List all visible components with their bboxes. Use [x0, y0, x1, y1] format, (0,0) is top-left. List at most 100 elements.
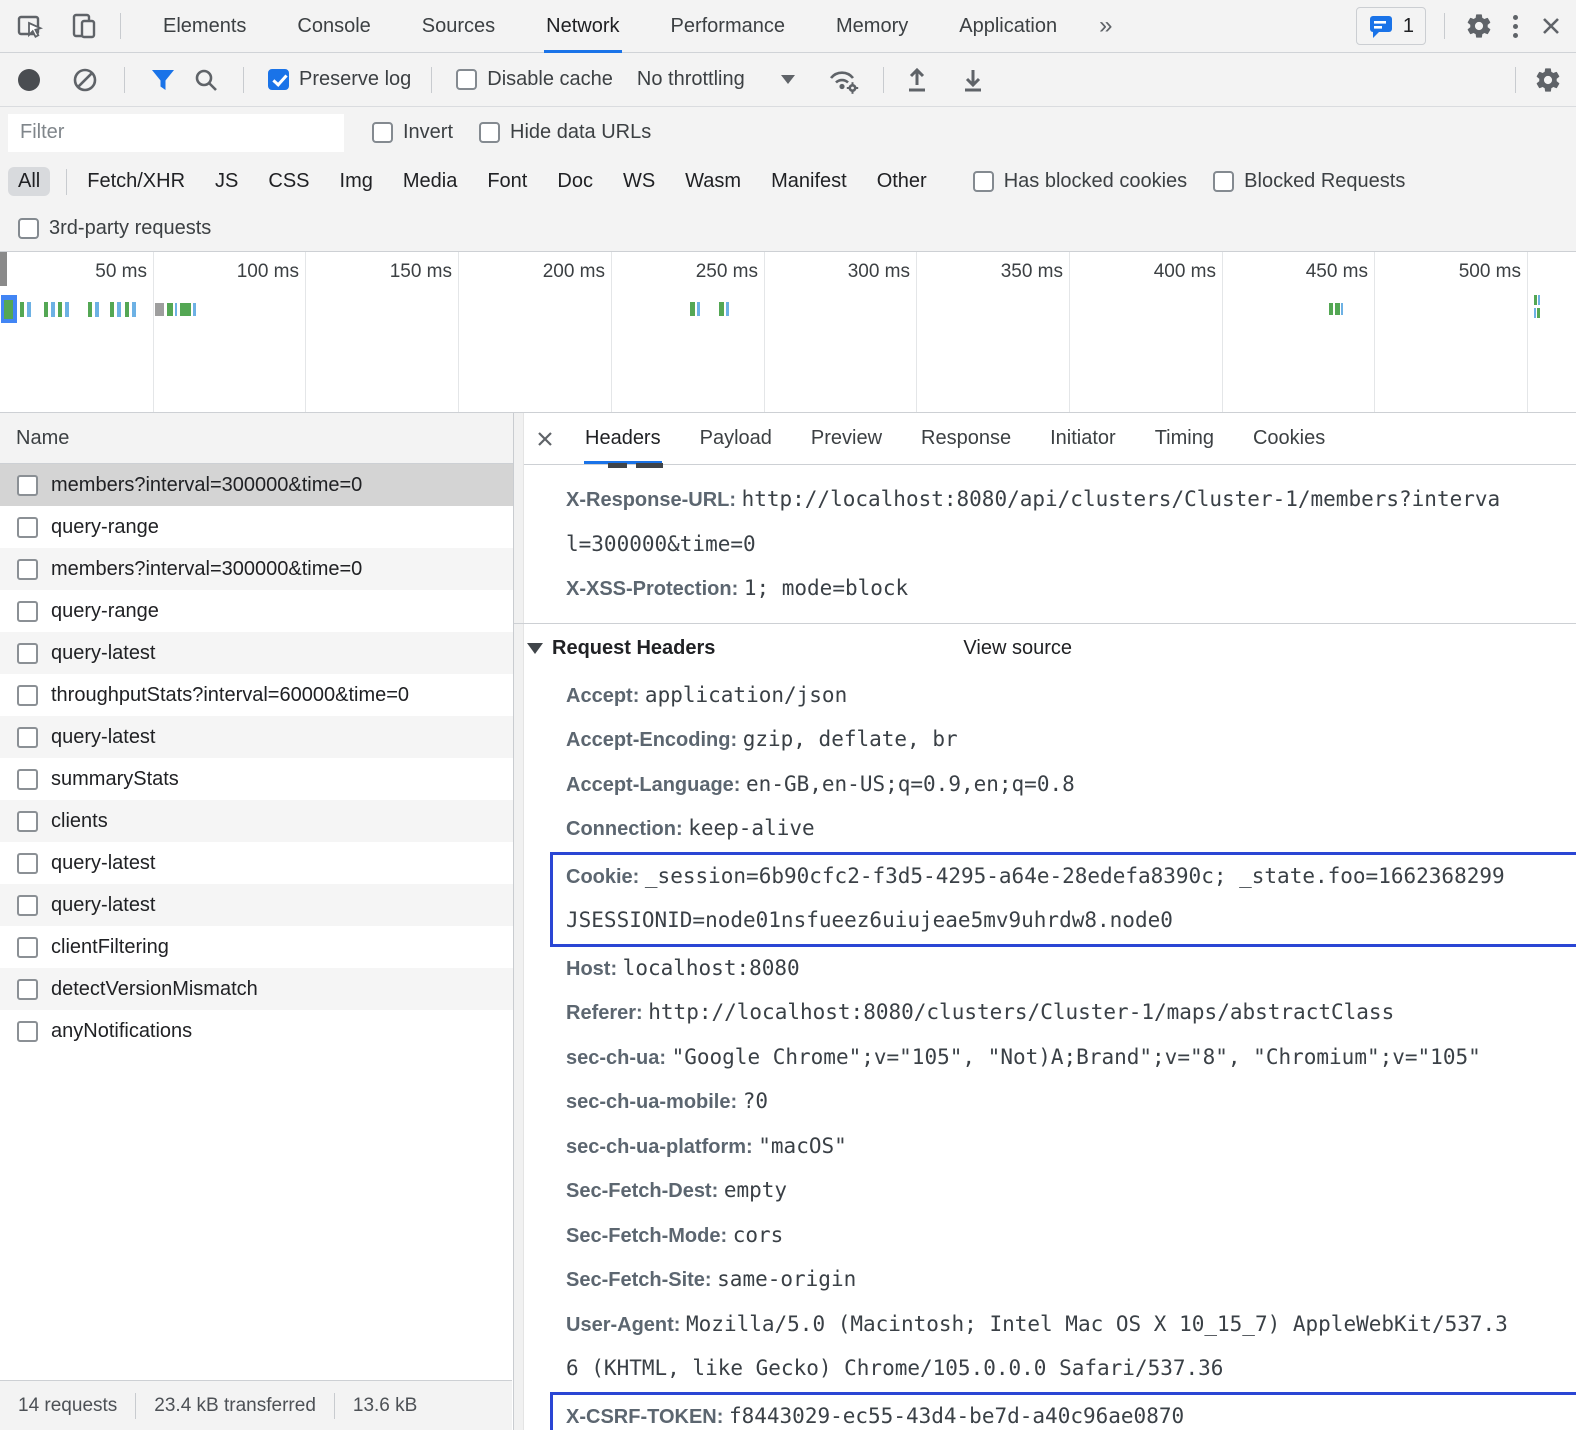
close-devtools-icon[interactable] [1538, 13, 1564, 39]
import-har-icon[interactable] [904, 66, 930, 94]
filter-chip-doc[interactable]: Doc [553, 167, 597, 196]
request-checkbox[interactable] [17, 937, 38, 958]
filter-chip-img[interactable]: Img [336, 167, 377, 196]
request-checkbox[interactable] [17, 727, 38, 748]
request-row[interactable]: clientFiltering [0, 926, 513, 968]
request-checkbox[interactable] [17, 643, 38, 664]
network-settings-gear-icon[interactable] [1534, 66, 1562, 94]
filter-chip-all[interactable]: All [8, 167, 50, 196]
hide-data-urls-checkbox[interactable] [479, 122, 500, 143]
invert-checkbox[interactable] [372, 122, 393, 143]
device-toolbar-icon[interactable] [70, 12, 98, 40]
inspect-element-icon[interactable] [16, 12, 44, 40]
resource-type-filter-bar: All Fetch/XHR JS CSS Img Media Font Doc WS Wasm Ma… [0, 158, 1576, 205]
close-details-icon[interactable] [534, 413, 556, 464]
filter-funnel-icon[interactable] [149, 67, 177, 93]
view-source-link[interactable]: View source [963, 637, 1072, 660]
network-overview-timeline[interactable]: 50 ms100 ms150 ms200 ms250 ms300 ms350 m… [0, 252, 1576, 413]
detail-tab-headers[interactable]: Headers [584, 413, 662, 464]
header-row-sec-ch-ua: sec-ch-ua: "Google Chrome";v="105", "Not… [566, 1036, 1576, 1081]
filter-chip-ws[interactable]: WS [619, 167, 659, 196]
kebab-menu-icon[interactable] [1513, 15, 1518, 38]
request-row[interactable]: query-latest [0, 632, 513, 674]
settings-gear-icon[interactable] [1465, 12, 1493, 40]
request-checkbox[interactable] [17, 559, 38, 580]
filter-input[interactable] [8, 114, 344, 152]
third-party-requests-label[interactable]: 3rd-party requests [49, 217, 211, 240]
request-name: query-latest [51, 642, 156, 665]
request-checkbox[interactable] [17, 979, 38, 1000]
request-row[interactable]: query-range [0, 590, 513, 632]
filter-chip-js[interactable]: JS [211, 167, 242, 196]
network-status-bar: 14 requests 23.4 kB transferred 13.6 kB [0, 1380, 512, 1430]
request-checkbox[interactable] [17, 1021, 38, 1042]
header-row-sec-fetch-site: Sec-Fetch-Site: same-origin [566, 1258, 1576, 1303]
request-row[interactable]: members?interval=300000&time=0 [0, 548, 513, 590]
request-row[interactable]: summaryStats [0, 758, 513, 800]
request-row[interactable]: members?interval=300000&time=0 [0, 464, 513, 506]
request-checkbox[interactable] [17, 475, 38, 496]
request-row[interactable]: throughputStats?interval=60000&time=0 [0, 674, 513, 716]
request-list-panel: Name members?interval=300000&time=0query… [0, 413, 513, 1430]
filter-chip-font[interactable]: Font [483, 167, 531, 196]
hide-data-urls-label[interactable]: Hide data URLs [510, 121, 651, 144]
filter-chip-manifest[interactable]: Manifest [767, 167, 851, 196]
clear-network-log-icon[interactable] [72, 67, 98, 93]
request-headers-section-header[interactable]: Request Headers View source [514, 624, 1576, 674]
tab-elements[interactable]: Elements [161, 0, 248, 53]
request-row[interactable]: clients [0, 800, 513, 842]
request-checkbox[interactable] [17, 517, 38, 538]
disable-cache-label[interactable]: Disable cache [487, 68, 613, 91]
filter-chip-css[interactable]: CSS [264, 167, 313, 196]
request-checkbox[interactable] [17, 685, 38, 706]
third-party-requests-checkbox[interactable] [18, 218, 39, 239]
filter-chip-other[interactable]: Other [873, 167, 931, 196]
blocked-requests-checkbox[interactable] [1213, 171, 1234, 192]
preserve-log-label[interactable]: Preserve log [299, 68, 411, 91]
request-checkbox[interactable] [17, 601, 38, 622]
request-row[interactable]: anyNotifications [0, 1010, 513, 1052]
has-blocked-cookies-checkbox[interactable] [973, 171, 994, 192]
detail-tab-initiator[interactable]: Initiator [1049, 413, 1117, 464]
tab-performance[interactable]: Performance [669, 0, 788, 53]
request-row[interactable]: query-latest [0, 842, 513, 884]
detail-tab-payload[interactable]: Payload [699, 413, 773, 464]
header-value: http://localhost:8080/api/clusters/Clust… [742, 487, 1501, 511]
tab-memory[interactable]: Memory [834, 0, 910, 53]
request-row[interactable]: query-range [0, 506, 513, 548]
export-har-icon[interactable] [960, 66, 986, 94]
filter-chip-wasm[interactable]: Wasm [681, 167, 745, 196]
preserve-log-checkbox[interactable] [268, 69, 289, 90]
filter-chip-fetch-xhr[interactable]: Fetch/XHR [83, 167, 189, 196]
tab-application[interactable]: Application [957, 0, 1059, 53]
invert-label[interactable]: Invert [403, 121, 453, 144]
has-blocked-cookies-label[interactable]: Has blocked cookies [1004, 170, 1187, 193]
detail-tab-cookies[interactable]: Cookies [1252, 413, 1326, 464]
request-row[interactable]: query-latest [0, 716, 513, 758]
header-value: JSESSIONID=node01nsfueez6uiujeae5mv9uhrd… [566, 908, 1173, 932]
filter-chip-media[interactable]: Media [399, 167, 461, 196]
detail-tab-timing[interactable]: Timing [1154, 413, 1215, 464]
tab-sources[interactable]: Sources [420, 0, 497, 53]
waterfall-mark [51, 302, 55, 317]
detail-tab-preview[interactable]: Preview [810, 413, 883, 464]
request-row[interactable]: detectVersionMismatch [0, 968, 513, 1010]
blocked-requests-label[interactable]: Blocked Requests [1244, 170, 1405, 193]
request-checkbox[interactable] [17, 811, 38, 832]
header-row-x-xss-protection: X-XSS-Protection: 1; mode=block [566, 567, 1576, 612]
name-column-header[interactable]: Name [0, 413, 513, 464]
throttling-dropdown[interactable]: No throttling [637, 68, 795, 91]
request-checkbox[interactable] [17, 895, 38, 916]
more-tabs-icon[interactable]: » [1099, 12, 1112, 40]
search-icon[interactable] [193, 67, 219, 93]
network-conditions-icon[interactable] [827, 65, 861, 95]
issues-button[interactable]: 1 [1356, 7, 1426, 45]
request-checkbox[interactable] [17, 769, 38, 790]
record-network-log-icon[interactable] [18, 69, 40, 91]
request-checkbox[interactable] [17, 853, 38, 874]
disable-cache-checkbox[interactable] [456, 69, 477, 90]
tab-network[interactable]: Network [544, 0, 621, 53]
tab-console[interactable]: Console [295, 0, 372, 53]
request-row[interactable]: query-latest [0, 884, 513, 926]
detail-tab-response[interactable]: Response [920, 413, 1012, 464]
